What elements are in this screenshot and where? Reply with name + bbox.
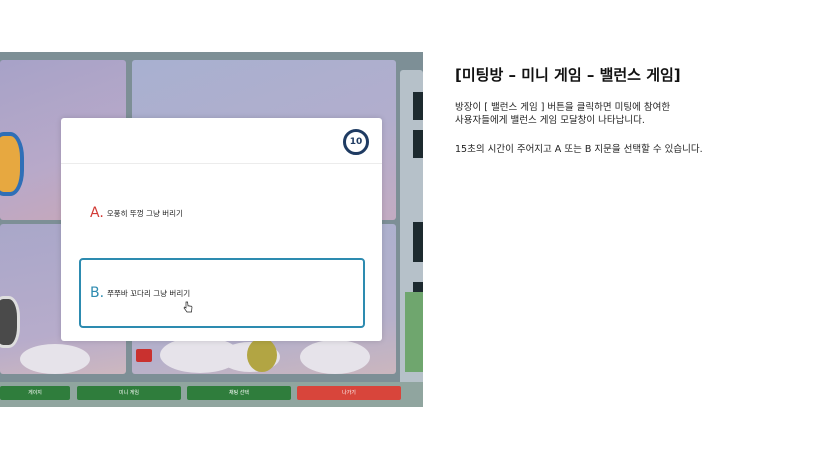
option-b-button[interactable]: B. 쭈쭈바 꼬다리 그냥 버리기 [79, 258, 365, 328]
hand-cursor-icon [183, 301, 193, 313]
cloud-decoration [20, 344, 90, 374]
page-title: [미팅방 – 미니 게임 – 밸런스 게임] [455, 66, 681, 84]
timer-value: 10 [349, 137, 363, 147]
side-avatar [413, 130, 423, 158]
chat-select-button[interactable]: 채팅 선택 [187, 386, 291, 400]
character-avatar [0, 296, 20, 348]
option-b-letter: B. [90, 285, 105, 301]
mini-game-button[interactable]: 미니 게임 [77, 386, 181, 400]
balance-game-modal: 10 A. 오풍히 뚜껑 그냥 버리기 B. 쭈쭈바 꼬다리 그냥 버리기 [61, 118, 382, 341]
gauge-button[interactable]: 게이지 [0, 386, 70, 400]
character-avatar [247, 338, 277, 372]
side-avatar [413, 92, 423, 120]
character-avatar [0, 132, 24, 196]
side-decoration [405, 292, 423, 372]
description-line: 15초의 시간이 주어지고 A 또는 B 지문을 선택할 수 있습니다. [455, 144, 703, 155]
countdown-timer: 10 [343, 129, 369, 155]
name-tag [136, 349, 152, 362]
description-line: 방장이 [ 밸런스 게임 ] 버튼을 클릭하면 미팅에 참여한 [455, 102, 671, 113]
leave-button[interactable]: 나가기 [297, 386, 401, 400]
option-a-text: 오풍히 뚜껑 그냥 버리기 [106, 208, 183, 218]
side-avatar [413, 222, 423, 262]
option-a-letter: A. [90, 205, 104, 221]
option-b-text: 쭈쭈바 꼬다리 그냥 버리기 [107, 288, 191, 298]
option-a-button[interactable]: A. 오풍히 뚜껑 그냥 버리기 [79, 178, 365, 248]
description-line: 사용자들에게 밸런스 게임 모달창이 나타납니다. [455, 115, 645, 126]
modal-header: 10 [61, 118, 382, 164]
cloud-decoration [300, 340, 370, 374]
